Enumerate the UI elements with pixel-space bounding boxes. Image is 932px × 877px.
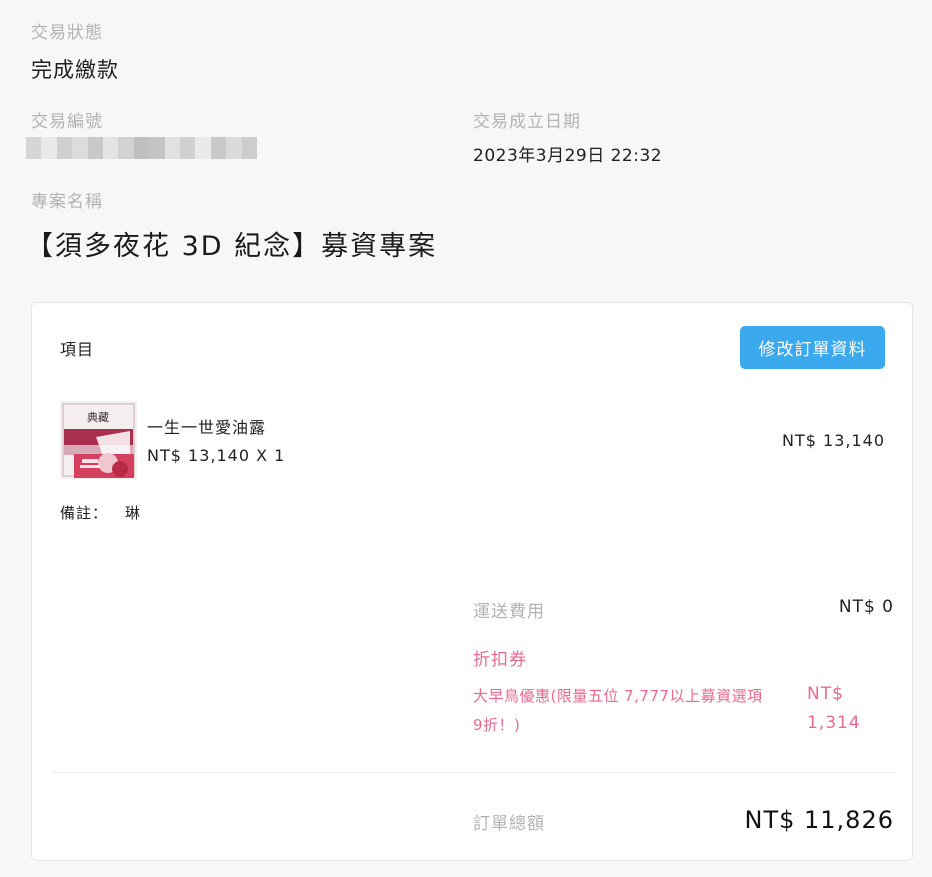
order-card (31, 302, 913, 861)
coupon-name-line2: 9折！) (473, 716, 521, 734)
svg-text:典藏: 典藏 (87, 410, 109, 424)
coupon-value-line2: 1,314 (807, 713, 861, 733)
project-name: 【須多夜花 3D 紀念】募資專案 (26, 231, 438, 262)
total-value: NT$ 11,826 (744, 806, 894, 834)
note-label: 備註： (60, 504, 109, 522)
status-label: 交易狀態 (31, 23, 103, 43)
transaction-id-label: 交易編號 (31, 112, 103, 132)
coupon-label: 折扣券 (473, 650, 527, 670)
status-value: 完成繳款 (31, 58, 119, 82)
shipping-value: NT$ 0 (838, 597, 894, 617)
product-subtotal: NT$ 13,140 (782, 431, 885, 450)
summary-divider (51, 772, 895, 773)
coupon-name-line1: 大早鳥優惠(限量五位 7,777以上募資選項 (473, 687, 763, 705)
transaction-id-redacted (26, 137, 258, 159)
note-value: 琳 (125, 504, 141, 522)
product-name: 一生一世愛油露 (147, 418, 267, 437)
product-thumbnail[interactable]: 典藏 (60, 401, 137, 479)
project-label: 專案名稱 (31, 192, 103, 212)
product-price-qty: NT$ 13,140 X 1 (147, 446, 286, 465)
edit-order-button[interactable]: 修改訂單資料 (740, 326, 885, 369)
transaction-date-label: 交易成立日期 (473, 112, 581, 132)
shipping-label: 運送費用 (473, 602, 545, 622)
transaction-date-value: 2023年3月29日 22:32 (473, 146, 663, 166)
coupon-value-line1: NT$ (807, 684, 844, 704)
items-header: 項目 (60, 340, 95, 359)
total-label: 訂單總額 (473, 814, 545, 834)
